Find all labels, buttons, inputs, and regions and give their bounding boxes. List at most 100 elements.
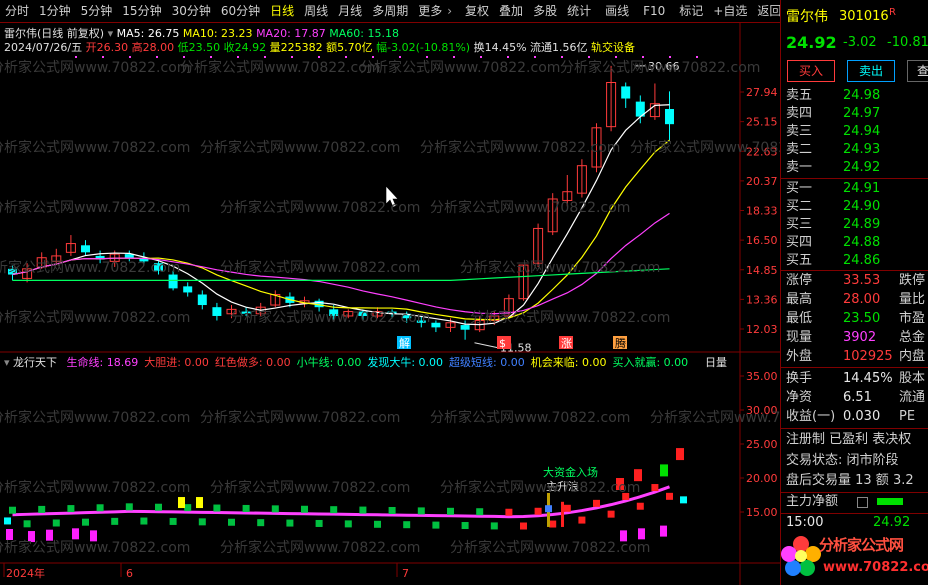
signal-square <box>344 520 352 528</box>
toolbar-item[interactable]: F10 <box>638 0 670 22</box>
quote-row: 现量 3902 总金 <box>781 329 928 347</box>
indicator-y-label: 15.00 <box>746 506 778 519</box>
signal-square <box>155 503 162 511</box>
after-trade: 盘后交易量 13 额 3.2 <box>786 473 914 488</box>
candle-body <box>665 109 674 125</box>
watermark-text: 分析家公式网www.70822.com <box>200 409 400 426</box>
signal-square <box>403 521 411 529</box>
quote-row: 最高 28.00 量比 <box>781 291 928 309</box>
toolbar-item[interactable]: 月线 <box>333 0 367 22</box>
watermark-text: 分析家公式网www.70822.com <box>0 309 190 326</box>
candle-body <box>460 325 470 330</box>
quote-title: 雷尔伟 301016 R <box>781 7 928 28</box>
signal-square <box>476 508 484 516</box>
quote-value: 3902 <box>843 330 877 345</box>
info-high: 高28.00 <box>131 41 175 54</box>
net-menu-icon[interactable] <box>857 497 868 508</box>
watermark-text: 分析家公式网www.70822.com <box>560 59 760 76</box>
signal-bar <box>196 497 203 509</box>
toolbar-item[interactable]: 画线 <box>600 0 634 22</box>
period-toolbar: 分时 1分钟 5分钟 15分钟 30分钟 60分钟 日线 周线 月线 多周期 更多 › 复权 叠加 多股 统计… <box>0 0 781 23</box>
quote-value: 33.53 <box>843 273 881 288</box>
dot-marker <box>642 56 644 58</box>
quote-label: 买三 <box>786 217 813 232</box>
candle-body <box>431 322 441 328</box>
toolbar-item[interactable]: 标记 <box>674 0 708 22</box>
signal-square <box>271 505 279 513</box>
signal-square <box>9 506 16 514</box>
dot-marker <box>399 56 401 58</box>
divider <box>781 178 928 179</box>
toolbar-item[interactable]: 5分钟 <box>76 0 118 22</box>
toolbar-item[interactable]: 多周期 <box>367 0 413 22</box>
signal-square <box>242 504 250 512</box>
event-marker: 解 <box>399 336 410 350</box>
flower-logo-icon <box>781 536 821 576</box>
quote-extra-label: 量比 <box>899 292 926 307</box>
toolbar-item[interactable]: 30分钟 <box>167 0 216 22</box>
divider <box>781 270 928 271</box>
signal-bar <box>660 464 668 477</box>
watermark-text: 分析家公式网www.70822.com <box>200 139 400 156</box>
toolbar-item[interactable]: 叠加 <box>494 0 528 22</box>
sell-button[interactable]: 卖出 <box>847 60 895 82</box>
toolbar-item[interactable]: 1分钟 <box>34 0 76 22</box>
toolbar-item[interactable]: 15分钟 <box>117 0 166 22</box>
y-tick-label: 12.03 <box>746 323 778 336</box>
kline-chart[interactable]: 27.9425.1522.6320.3718.3316.5014.8513.36… <box>0 22 780 585</box>
stock-name: 雷尔伟 <box>786 9 828 25</box>
dot-marker <box>318 56 320 58</box>
more-chevron-icon[interactable]: › <box>447 4 452 18</box>
toolbar-item[interactable]: 周线 <box>299 0 333 22</box>
signal-square <box>301 505 308 513</box>
signal-square <box>67 505 75 513</box>
toolbar-item[interactable]: 日线 <box>265 0 299 22</box>
info-date: 2024/07/26/五 <box>4 41 83 54</box>
indicator-collapse-icon[interactable]: ▾ <box>4 356 10 369</box>
candle-body <box>212 307 222 316</box>
watermark-text: 分析家公式网www.70822.com <box>0 259 180 276</box>
toolbar-item[interactable]: 多股 <box>528 0 562 22</box>
signal-bar <box>178 497 185 509</box>
signal-square <box>578 516 586 524</box>
quote-value: 14.45% <box>843 371 893 386</box>
toolbar-item[interactable]: 统计 <box>562 0 596 22</box>
watermark-text: 分析家公式网www.70822.com <box>0 409 190 426</box>
signal-square <box>520 522 527 530</box>
dot-marker <box>480 56 482 58</box>
signal-square <box>257 519 265 527</box>
toolbar-item[interactable]: 复权 <box>460 0 494 22</box>
quote-label: 卖二 <box>786 142 813 157</box>
dot-marker <box>291 56 293 58</box>
signal-square <box>286 519 294 527</box>
y-tick-label: 20.37 <box>746 175 778 188</box>
signal-bar <box>676 448 684 461</box>
toolbar-item[interactable]: 60分钟 <box>216 0 265 22</box>
signal-square <box>111 517 119 525</box>
chart-area[interactable]: 27.94 25.15 22.63 20.37 18.33 16.50 14.85 13.36… <box>0 22 780 585</box>
signal-square <box>125 503 133 511</box>
quote-row: 买一 24.91 <box>781 180 928 198</box>
watermark-text: 分析家公式网www.70822.com <box>470 309 670 326</box>
toolbar-item[interactable]: 更多 <box>413 0 447 22</box>
watermark-text: 分析家公式网www.70822.com <box>460 259 660 276</box>
low-pointer <box>474 342 499 349</box>
toolbar-item[interactable]: +自选 <box>708 0 752 22</box>
signal-square <box>228 518 235 526</box>
dot-marker <box>588 56 590 58</box>
watermark-text: 分析家公式网www.70822.com <box>230 309 430 326</box>
quote-value: 28.00 <box>843 292 881 307</box>
indicator-name[interactable]: 龙行天下 <box>13 356 57 369</box>
quote-extra-label: 股本 <box>899 371 926 386</box>
signal-bar <box>72 528 79 540</box>
quote-row: 卖三 24.94 <box>781 123 928 141</box>
query-button[interactable]: 查 <box>907 60 928 82</box>
signal-square <box>417 507 425 515</box>
watermark-text: 分析家公式网www.70822.com <box>220 199 420 216</box>
indicator-value: 大胆进: 0.00 <box>144 356 209 369</box>
y-tick-label: 14.85 <box>746 264 778 277</box>
buy-button[interactable]: 买入 <box>787 60 835 82</box>
quote-row: 收益(一) 0.030 PE <box>781 408 928 426</box>
toolbar-item[interactable]: 分时 <box>0 0 34 22</box>
signal-square <box>636 502 644 510</box>
